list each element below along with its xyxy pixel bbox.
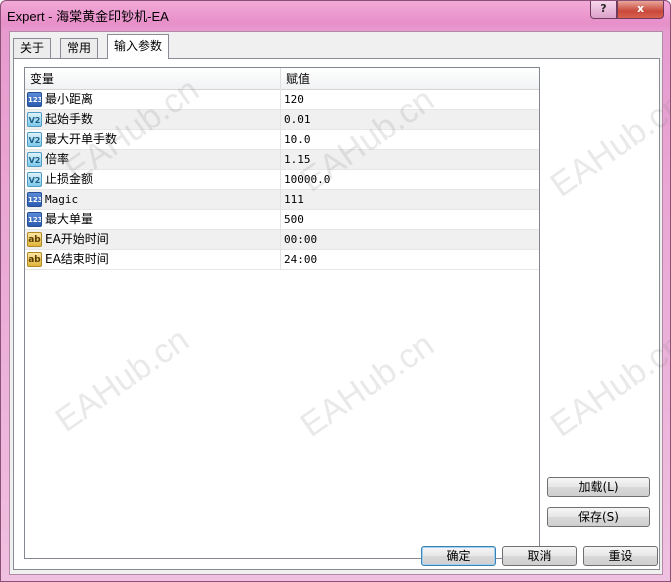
param-name: 最小距离 (45, 90, 281, 109)
dialog-window: Expert - 海棠黄金印钞机-EA ? x 关于 常用 输入参数 变量 赋值… (0, 0, 671, 582)
inputs-panel: 变量 赋值 123 最小距离 120 V2 起始手数 0.01 V2 最大开单手… (13, 58, 660, 570)
int-icon: 123 (27, 92, 42, 107)
close-button[interactable]: x (617, 1, 664, 19)
window-title: Expert - 海棠黄金印钞机-EA (7, 9, 169, 24)
table-row[interactable]: V2 倍率 1.15 (25, 150, 539, 170)
titlebar[interactable]: Expert - 海棠黄金印钞机-EA ? x (1, 1, 670, 27)
param-name: 止损金额 (45, 170, 281, 189)
param-name: Magic (45, 190, 281, 209)
table-row[interactable]: V2 止损金额 10000.0 (25, 170, 539, 190)
reset-button[interactable]: 重设 (583, 546, 658, 566)
param-value[interactable]: 120 (281, 90, 539, 109)
param-value[interactable]: 1.15 (281, 150, 539, 169)
help-button[interactable]: ? (590, 1, 617, 19)
param-name: 最大单量 (45, 210, 281, 229)
param-value[interactable]: 500 (281, 210, 539, 229)
table-row[interactable]: V2 起始手数 0.01 (25, 110, 539, 130)
table-row[interactable]: 123 最小距离 120 (25, 90, 539, 110)
param-name: 最大开单手数 (45, 130, 281, 149)
param-name: EA开始时间 (45, 230, 281, 249)
table-row[interactable]: ab EA结束时间 24:00 (25, 250, 539, 270)
param-value[interactable]: 24:00 (281, 250, 539, 269)
grid-header: 变量 赋值 (25, 68, 539, 90)
int-icon: 123 (27, 192, 42, 207)
param-value[interactable]: 10.0 (281, 130, 539, 149)
int-icon: 123 (27, 212, 42, 227)
param-value[interactable]: 10000.0 (281, 170, 539, 189)
table-row[interactable]: 123 Magic 111 (25, 190, 539, 210)
table-row[interactable]: 123 最大单量 500 (25, 210, 539, 230)
column-header-variable[interactable]: 变量 (25, 68, 281, 90)
tab-about[interactable]: 关于 (13, 38, 52, 58)
double-icon: V2 (27, 172, 42, 187)
save-button[interactable]: 保存(S) (547, 507, 650, 527)
double-icon: V2 (27, 152, 42, 167)
param-name: EA结束时间 (45, 250, 281, 269)
table-row[interactable]: ab EA开始时间 00:00 (25, 230, 539, 250)
tab-inputs[interactable]: 输入参数 (107, 34, 170, 59)
dialog-client-area: 关于 常用 输入参数 变量 赋值 123 最小距离 120 V2 起始手数 0.… (9, 31, 663, 575)
double-icon: V2 (27, 112, 42, 127)
string-icon: ab (27, 232, 42, 247)
column-header-value[interactable]: 赋值 (281, 68, 539, 90)
param-value[interactable]: 111 (281, 190, 539, 209)
param-value[interactable]: 0.01 (281, 110, 539, 129)
table-row[interactable]: V2 最大开单手数 10.0 (25, 130, 539, 150)
string-icon: ab (27, 252, 42, 267)
parameters-grid[interactable]: 变量 赋值 123 最小距离 120 V2 起始手数 0.01 V2 最大开单手… (24, 67, 540, 559)
param-value[interactable]: 00:00 (281, 230, 539, 249)
double-icon: V2 (27, 132, 42, 147)
cancel-button[interactable]: 取消 (502, 546, 577, 566)
ok-button[interactable]: 确定 (421, 546, 496, 566)
param-name: 起始手数 (45, 110, 281, 129)
load-button[interactable]: 加载(L) (547, 477, 650, 497)
param-name: 倍率 (45, 150, 281, 169)
tab-common[interactable]: 常用 (60, 38, 99, 58)
